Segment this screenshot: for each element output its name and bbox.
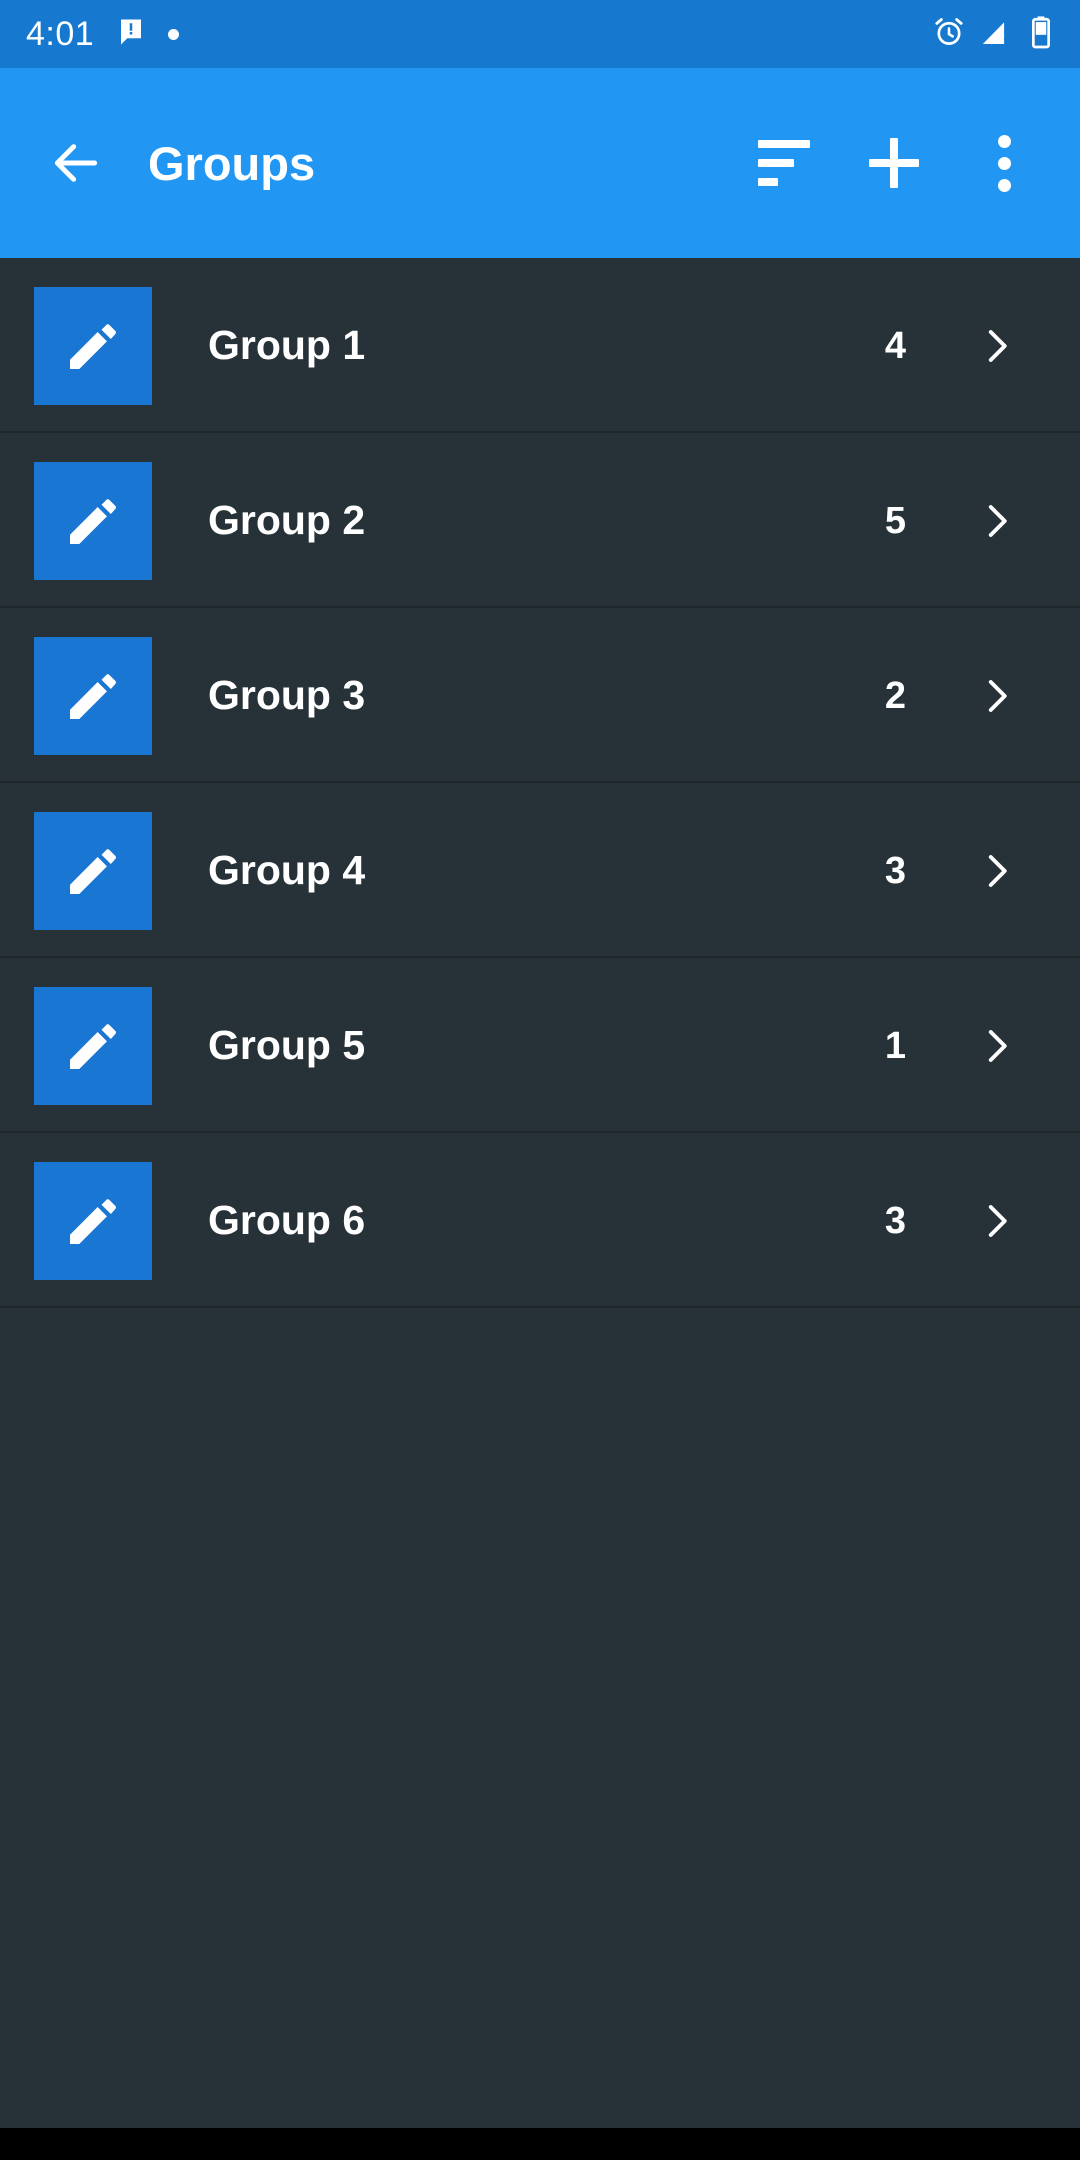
group-thumbnail[interactable] bbox=[34, 461, 152, 580]
sort-icon bbox=[758, 140, 810, 186]
group-count: 3 bbox=[884, 1199, 906, 1242]
group-name: Group 4 bbox=[208, 847, 366, 893]
table-row[interactable]: Group 1 4 bbox=[0, 258, 1080, 433]
signal-no-service-icon: x bbox=[980, 15, 1014, 54]
chevron-right-icon bbox=[988, 854, 1007, 887]
system-navigation-bar bbox=[0, 2128, 1080, 2160]
message-icon bbox=[116, 17, 146, 52]
overflow-menu-button[interactable] bbox=[958, 117, 1050, 209]
group-thumbnail[interactable] bbox=[34, 986, 152, 1105]
add-group-button[interactable] bbox=[848, 117, 940, 209]
table-row[interactable]: Group 3 2 bbox=[0, 608, 1080, 783]
status-bar-left: 4:01 bbox=[26, 15, 180, 53]
notification-dot-icon bbox=[168, 28, 180, 40]
chevron-right-icon bbox=[988, 679, 1007, 712]
group-name: Group 3 bbox=[208, 672, 366, 718]
open-group-button[interactable] bbox=[958, 675, 1034, 717]
open-group-button[interactable] bbox=[958, 1025, 1034, 1067]
app-bar: Groups bbox=[0, 68, 1080, 258]
table-row[interactable]: Group 6 3 bbox=[0, 1133, 1080, 1308]
phone-screen: 4:01 x Groups Group 1 4 Group 2 5 Group … bbox=[0, 0, 1080, 2160]
overflow-menu-icon bbox=[997, 134, 1011, 192]
group-count: 4 bbox=[884, 324, 906, 367]
group-thumbnail[interactable] bbox=[34, 286, 152, 405]
open-group-button[interactable] bbox=[958, 500, 1034, 542]
table-row[interactable]: Group 2 5 bbox=[0, 433, 1080, 608]
group-name: Group 6 bbox=[208, 1197, 366, 1243]
chevron-right-icon bbox=[988, 1204, 1007, 1237]
battery-icon bbox=[1028, 15, 1054, 54]
group-name: Group 1 bbox=[208, 322, 366, 368]
open-group-button[interactable] bbox=[958, 325, 1034, 367]
chevron-right-icon bbox=[988, 1029, 1007, 1062]
pencil-icon bbox=[70, 323, 116, 369]
chevron-right-icon bbox=[988, 329, 1007, 362]
sort-button[interactable] bbox=[738, 117, 830, 209]
group-name: Group 5 bbox=[208, 1022, 366, 1068]
open-group-button[interactable] bbox=[958, 850, 1034, 892]
group-thumbnail[interactable] bbox=[34, 636, 152, 755]
group-thumbnail[interactable] bbox=[34, 811, 152, 930]
alarm-icon bbox=[932, 15, 966, 54]
status-bar-clock: 4:01 bbox=[26, 15, 95, 53]
empty-list-area bbox=[0, 1308, 1080, 1928]
groups-list: Group 1 4 Group 2 5 Group 3 2 Group 4 3 … bbox=[0, 258, 1080, 1308]
page-title: Groups bbox=[148, 136, 316, 190]
pencil-icon bbox=[70, 1198, 116, 1244]
group-name: Group 2 bbox=[208, 497, 366, 543]
status-bar-right: x bbox=[932, 15, 1054, 54]
group-thumbnail[interactable] bbox=[34, 1161, 152, 1280]
back-button[interactable] bbox=[34, 121, 118, 205]
pencil-icon bbox=[70, 848, 116, 894]
plus-icon bbox=[869, 138, 919, 188]
table-row[interactable]: Group 5 1 bbox=[0, 958, 1080, 1133]
open-group-button[interactable] bbox=[958, 1200, 1034, 1242]
arrow-left-icon bbox=[54, 144, 98, 182]
app-bar-actions bbox=[738, 117, 1050, 209]
status-bar: 4:01 x bbox=[0, 0, 1080, 68]
group-count: 2 bbox=[884, 674, 906, 717]
group-count: 5 bbox=[884, 499, 906, 542]
pencil-icon bbox=[70, 498, 116, 544]
table-row[interactable]: Group 4 3 bbox=[0, 783, 1080, 958]
svg-text:x: x bbox=[1003, 33, 1010, 48]
pencil-icon bbox=[70, 673, 116, 719]
pencil-icon bbox=[70, 1023, 116, 1069]
group-count: 1 bbox=[884, 1024, 906, 1067]
chevron-right-icon bbox=[988, 504, 1007, 537]
group-count: 3 bbox=[884, 849, 906, 892]
